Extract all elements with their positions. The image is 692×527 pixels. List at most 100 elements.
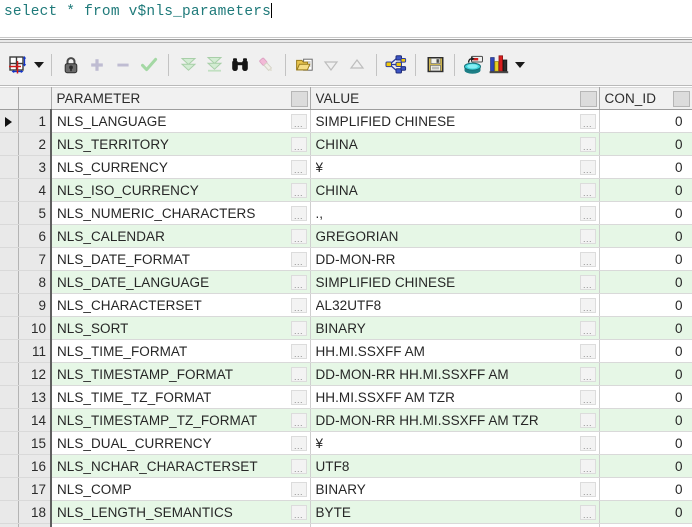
table-row[interactable]: 2 NLS_TERRITORY... CHINA... 0	[0, 132, 692, 156]
cell-value[interactable]: CHINA...	[310, 132, 600, 156]
cell-parameter[interactable]: NLS_ISO_CURRENCY...	[51, 178, 311, 202]
cell-editor-ellipsis-button[interactable]: ...	[579, 458, 596, 474]
cell-con-id[interactable]: 0	[599, 247, 692, 271]
cell-editor-ellipsis-button[interactable]: ...	[579, 182, 596, 198]
cell-editor-ellipsis-button[interactable]: ...	[290, 366, 307, 382]
cell-editor-ellipsis-button[interactable]: ...	[290, 504, 307, 520]
delete-record-icon[interactable]	[110, 52, 136, 78]
fetch-next-page-icon[interactable]	[175, 52, 201, 78]
column-header-con-id[interactable]: CON_ID	[599, 87, 692, 110]
row-marker-cell[interactable]	[0, 178, 19, 202]
cell-parameter[interactable]: NLS_CHARACTERSET...	[51, 293, 311, 317]
table-row[interactable]: 11 NLS_TIME_FORMAT... HH.MI.SSXFF AM... 0	[0, 339, 692, 363]
row-number-cell[interactable]: 13	[18, 385, 52, 409]
table-row[interactable]: 18 NLS_LENGTH_SEMANTICS... BYTE... 0	[0, 500, 692, 524]
cell-value[interactable]: .,...	[310, 201, 600, 225]
cell-parameter[interactable]: NLS_CALENDAR...	[51, 224, 311, 248]
cell-parameter[interactable]: NLS_TIMESTAMP_TZ_FORMAT...	[51, 408, 311, 432]
cell-con-id[interactable]: 0	[599, 477, 692, 501]
table-row[interactable]: 13 NLS_TIME_TZ_FORMAT... HH.MI.SSXFF AM TZ…	[0, 385, 692, 409]
row-marker-cell[interactable]	[0, 385, 19, 409]
row-number-cell[interactable]: 10	[18, 316, 52, 340]
cell-value[interactable]: BINARY...	[310, 316, 600, 340]
row-marker-cell[interactable]	[0, 408, 19, 432]
cell-value[interactable]: HH.MI.SSXFF AM...	[310, 339, 600, 363]
cell-value[interactable]: SIMPLIFIED CHINESE...	[310, 270, 600, 294]
cell-editor-ellipsis-button[interactable]: ...	[290, 274, 307, 290]
freeze-grid-icon[interactable]	[6, 52, 32, 78]
row-marker-cell[interactable]	[0, 270, 19, 294]
cell-editor-ellipsis-button[interactable]: ...	[290, 205, 307, 221]
row-marker-cell[interactable]	[0, 201, 19, 225]
column-header-parameter[interactable]: PARAMETER	[51, 87, 311, 110]
cell-editor-ellipsis-button[interactable]: ...	[290, 113, 307, 129]
cell-con-id[interactable]: 0	[599, 431, 692, 455]
row-number-cell[interactable]: 11	[18, 339, 52, 363]
cell-editor-ellipsis-button[interactable]: ...	[579, 159, 596, 175]
cell-value[interactable]: CHINA...	[310, 178, 600, 202]
cell-parameter[interactable]: NLS_CURRENCY...	[51, 155, 311, 179]
row-number-cell[interactable]: 17	[18, 477, 52, 501]
row-marker-cell[interactable]	[0, 454, 19, 478]
cell-con-id[interactable]: 0	[599, 132, 692, 156]
cell-editor-ellipsis-button[interactable]: ...	[290, 297, 307, 313]
cell-editor-ellipsis-button[interactable]: ...	[579, 366, 596, 382]
table-row[interactable]: 15 NLS_DUAL_CURRENCY... ¥... 0	[0, 431, 692, 455]
cell-parameter[interactable]: NLS_NUMERIC_CHARACTERS...	[51, 201, 311, 225]
row-number-cell[interactable]: 19	[18, 523, 52, 527]
cell-parameter[interactable]: NLS_LENGTH_SEMANTICS...	[51, 500, 311, 524]
cell-con-id[interactable]: 0	[599, 109, 692, 133]
cell-editor-ellipsis-button[interactable]: ...	[579, 412, 596, 428]
cell-editor-ellipsis-button[interactable]: ...	[290, 389, 307, 405]
row-marker-cell[interactable]	[0, 500, 19, 524]
bar-chart-dropdown-icon[interactable]	[513, 52, 526, 78]
results-grid[interactable]: PARAMETER VALUE CON_ID 1 NLS_LANGUAGE ..…	[0, 86, 692, 527]
cell-parameter[interactable]: NLS_TIME_TZ_FORMAT...	[51, 385, 311, 409]
fetch-last-page-icon[interactable]	[201, 52, 227, 78]
table-row[interactable]: 17 NLS_COMP... BINARY... 0	[0, 477, 692, 501]
triangle-up-icon[interactable]	[344, 52, 370, 78]
post-changes-icon[interactable]	[136, 52, 162, 78]
cell-value[interactable]: FALSE...	[310, 523, 600, 527]
row-marker-cell[interactable]	[0, 339, 19, 363]
cell-con-id[interactable]: 0	[599, 385, 692, 409]
cell-editor-ellipsis-button[interactable]: ...	[290, 343, 307, 359]
table-row[interactable]: 19NLS_NCHAR_CONV_EXCP...FALSE...0	[0, 523, 692, 527]
cell-editor-ellipsis-button[interactable]: ...	[579, 389, 596, 405]
row-marker-cell[interactable]	[0, 431, 19, 455]
row-marker-cell[interactable]	[0, 247, 19, 271]
cell-parameter[interactable]: NLS_TERRITORY...	[51, 132, 311, 156]
row-number-cell[interactable]: 1	[18, 109, 52, 133]
cell-editor-ellipsis-button[interactable]: ...	[290, 320, 307, 336]
cell-parameter[interactable]: NLS_LANGUAGE...	[51, 109, 311, 133]
row-number-cell[interactable]: 5	[18, 201, 52, 225]
cell-editor-ellipsis-button[interactable]: ...	[290, 136, 307, 152]
table-row[interactable]: 9 NLS_CHARACTERSET... AL32UTF8... 0	[0, 293, 692, 317]
cell-con-id[interactable]: 0	[599, 201, 692, 225]
cell-value[interactable]: AL32UTF8...	[310, 293, 600, 317]
cell-editor-ellipsis-button[interactable]: ...	[290, 458, 307, 474]
table-row[interactable]: 8 NLS_DATE_LANGUAGE... SIMPLIFIED CHINESE.…	[0, 270, 692, 294]
cell-parameter[interactable]: NLS_SORT...	[51, 316, 311, 340]
table-row[interactable]: 12 NLS_TIMESTAMP_FORMAT... DD-MON-RR HH.MI…	[0, 362, 692, 386]
cell-value[interactable]: DD-MON-RR...	[310, 247, 600, 271]
column-resize-grip-value[interactable]	[579, 90, 597, 107]
row-marker-cell[interactable]	[0, 293, 19, 317]
table-row[interactable]: 7 NLS_DATE_FORMAT... DD-MON-RR... 0	[0, 247, 692, 271]
row-number-cell[interactable]: 3	[18, 155, 52, 179]
cell-editor-ellipsis-button[interactable]: ...	[290, 481, 307, 497]
table-row[interactable]: 5 NLS_NUMERIC_CHARACTERS....,... 0	[0, 201, 692, 225]
cell-editor-ellipsis-button[interactable]: ...	[290, 182, 307, 198]
cell-editor-ellipsis-button[interactable]: ...	[579, 136, 596, 152]
row-number-cell[interactable]: 8	[18, 270, 52, 294]
cell-con-id[interactable]: 0	[599, 523, 692, 527]
cell-con-id[interactable]: 0	[599, 178, 692, 202]
row-marker-cell[interactable]	[0, 362, 19, 386]
row-marker-cell[interactable]	[0, 224, 19, 248]
cell-editor-ellipsis-button[interactable]: ...	[579, 481, 596, 497]
cell-editor-ellipsis-button[interactable]: ...	[290, 251, 307, 267]
cell-editor-ellipsis-button[interactable]: ...	[579, 228, 596, 244]
row-number-cell[interactable]: 2	[18, 132, 52, 156]
table-row[interactable]: 3 NLS_CURRENCY... ¥... 0	[0, 155, 692, 179]
cell-editor-ellipsis-button[interactable]: ...	[579, 504, 596, 520]
